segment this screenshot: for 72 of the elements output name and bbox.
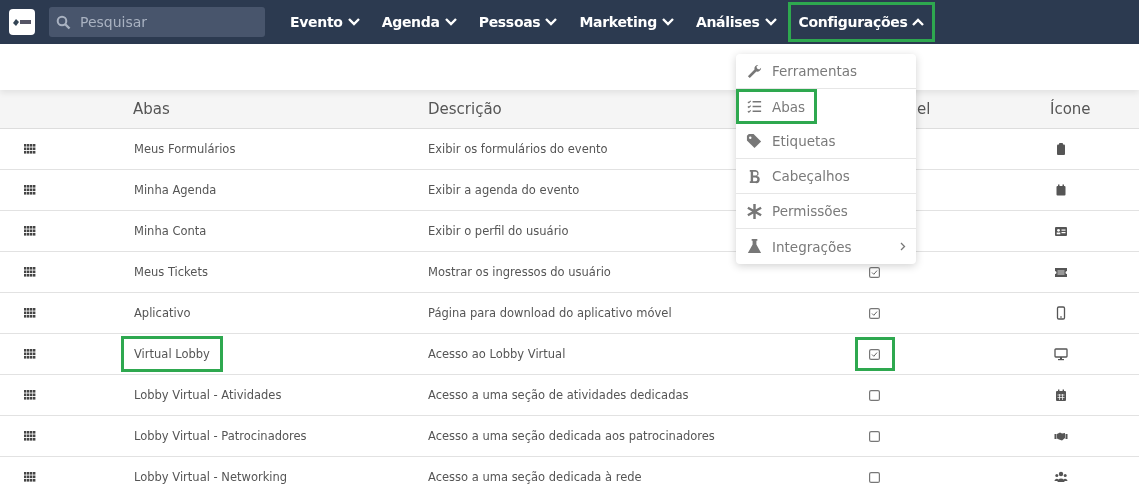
checklist-icon	[746, 98, 763, 115]
table-cell-text: Minha Agenda	[133, 182, 218, 199]
menu-item[interactable]: Ferramentas	[736, 54, 916, 89]
clipboard-icon	[1054, 142, 1068, 156]
drag-handle-icon[interactable]	[24, 472, 36, 482]
column-header: Descrição	[427, 100, 503, 118]
nav-menu-item[interactable]: Configurações	[787, 2, 936, 42]
wrench-icon	[746, 62, 763, 80]
menu-item[interactable]: Permissões	[736, 194, 916, 229]
chevron-icon	[444, 18, 457, 26]
checkbox[interactable]	[869, 307, 880, 319]
drag-handle-icon[interactable]	[24, 349, 36, 359]
search-icon	[56, 15, 71, 30]
column-header: Abas	[132, 100, 171, 118]
table-cell-text: Lobby Virtual - Atividades	[133, 387, 283, 404]
checkbox[interactable]	[869, 430, 880, 442]
chevron-icon	[661, 18, 674, 26]
chevron-icon	[545, 18, 558, 26]
table-cell-text: Meus Tickets	[133, 264, 209, 281]
calendar-icon	[1054, 388, 1068, 402]
checkbox[interactable]	[869, 389, 880, 401]
chevron-icon	[900, 242, 906, 251]
table-cell-text: Mostrar os ingressos do usuário	[427, 265, 611, 279]
table-cell-text: Minha Conta	[133, 223, 208, 240]
tag-icon	[746, 132, 763, 150]
table-cell-text: Exibir a agenda do evento	[427, 183, 580, 197]
phone-icon	[1054, 306, 1068, 320]
table-cell-text: Meus Formulários	[133, 141, 237, 158]
nav-menu-item[interactable]: Marketing	[568, 2, 685, 42]
id-card-icon	[1054, 224, 1068, 238]
search-field[interactable]: Pesquisar	[49, 7, 265, 37]
table-cell-text: Lobby Virtual - Patrocinadores	[133, 428, 308, 445]
table-cell-text: Acesso a uma seção dedicada aos patrocinadores	[427, 429, 715, 443]
checkbox[interactable]	[869, 266, 880, 278]
flask-icon	[746, 238, 763, 255]
nav-menu-item[interactable]: Análises	[684, 2, 788, 42]
drag-handle-icon[interactable]	[24, 390, 36, 400]
drag-handle-icon[interactable]	[24, 267, 36, 277]
table-cell-text: Acesso a uma seção dedicada à rede	[427, 470, 642, 484]
column-header: Ícone	[1049, 100, 1092, 118]
drag-handle-icon[interactable]	[24, 431, 36, 441]
monitor-icon	[1054, 347, 1068, 361]
logo-icon[interactable]	[9, 9, 35, 35]
asterisk-icon	[746, 202, 763, 220]
checkbox[interactable]	[869, 348, 880, 360]
table-cell-text: Exibir o perfil do usuário	[427, 224, 569, 238]
table-cell-text: Aplicativo	[133, 305, 192, 322]
users-icon	[1054, 470, 1068, 484]
calendar-icon	[1054, 183, 1068, 197]
menu-item[interactable]: Integrações	[736, 229, 916, 264]
table-cell-text: Lobby Virtual - Networking	[133, 469, 289, 486]
nav-menu-item[interactable]: Pessoas	[467, 2, 569, 42]
menu-item[interactable]: Cabeçalhos	[736, 159, 916, 194]
menu-item[interactable]: Abas	[736, 89, 817, 124]
checkbox[interactable]	[869, 471, 880, 483]
table-cell-text: Acesso a uma seção de atividades dedicadas	[427, 388, 689, 402]
column-header: el	[917, 100, 931, 118]
ticket-icon	[1054, 265, 1068, 279]
drag-handle-icon[interactable]	[24, 144, 36, 154]
drag-handle-icon[interactable]	[24, 308, 36, 318]
nav-menu-item[interactable]: Evento	[279, 2, 371, 42]
table-cell-text: Página para download do aplicativo móvel	[427, 306, 672, 320]
chevron-icon	[764, 18, 777, 26]
chevron-icon	[347, 18, 360, 26]
table-cell-text: Acesso ao Lobby Virtual	[427, 347, 566, 361]
drag-handle-icon[interactable]	[24, 226, 36, 236]
drag-handle-icon[interactable]	[24, 185, 36, 195]
table-cell: Virtual Lobby	[121, 336, 223, 372]
nav-menu-item[interactable]: Agenda	[370, 2, 468, 42]
table-cell-text: Exibir os formulários do evento	[427, 142, 608, 156]
chevron-icon	[912, 18, 925, 26]
menu-item[interactable]: Etiquetas	[736, 124, 916, 159]
